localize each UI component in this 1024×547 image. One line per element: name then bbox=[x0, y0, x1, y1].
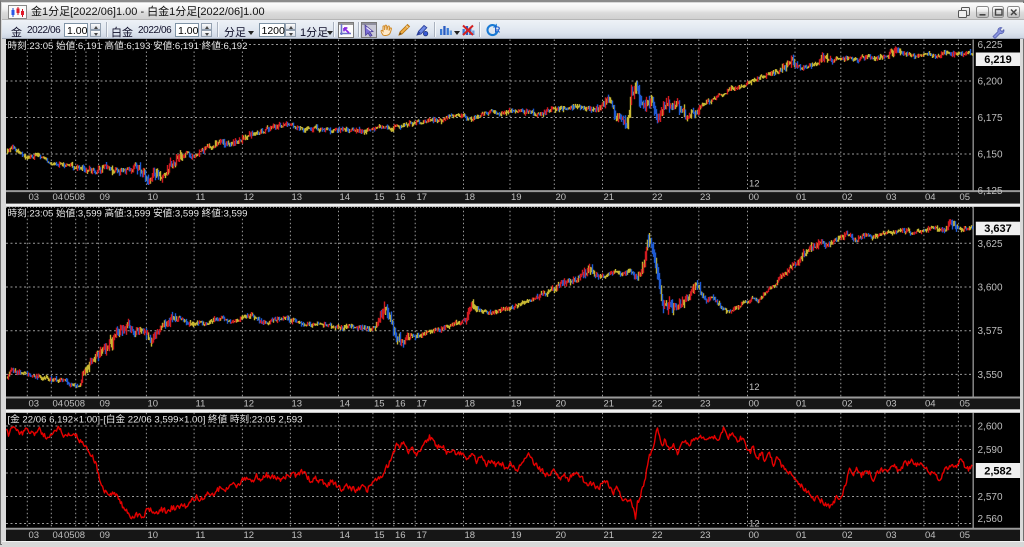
svg-text:3,575: 3,575 bbox=[978, 326, 1003, 337]
svg-text:時刻:23:05 始値:3,599 高値:3,599 安値:: 時刻:23:05 始値:3,599 高値:3,599 安値:3,599 終値:3… bbox=[8, 208, 248, 220]
svg-text:2,582: 2,582 bbox=[984, 465, 1012, 477]
svg-text:05: 05 bbox=[64, 399, 75, 410]
svg-text:05: 05 bbox=[960, 399, 971, 410]
svg-text:23: 23 bbox=[700, 399, 711, 410]
svg-text:05: 05 bbox=[64, 530, 75, 541]
svg-text:[金 22/06 6,192×1.00]-[白金 22/06: [金 22/06 6,192×1.00]-[白金 22/06 3,599×1.0… bbox=[8, 414, 303, 426]
svg-text:R: R bbox=[494, 25, 500, 34]
svg-text:14: 14 bbox=[340, 399, 351, 410]
svg-text:03: 03 bbox=[29, 399, 40, 410]
svg-text:05: 05 bbox=[64, 192, 75, 203]
svg-text:10: 10 bbox=[148, 530, 159, 541]
svg-text:12: 12 bbox=[244, 192, 255, 203]
svg-text:19: 19 bbox=[511, 399, 522, 410]
svg-text:05: 05 bbox=[960, 192, 971, 203]
svg-text:2,570: 2,570 bbox=[978, 492, 1003, 503]
svg-text:01: 01 bbox=[796, 192, 807, 203]
svg-text:00: 00 bbox=[749, 530, 760, 541]
svg-text:08: 08 bbox=[75, 399, 86, 410]
svg-text:3,637: 3,637 bbox=[984, 223, 1012, 235]
svg-text:08: 08 bbox=[75, 192, 86, 203]
svg-text:6,150: 6,150 bbox=[978, 150, 1003, 161]
svg-text:16: 16 bbox=[395, 530, 406, 541]
svg-text:13: 13 bbox=[292, 192, 303, 203]
svg-text:03: 03 bbox=[29, 192, 40, 203]
svg-text:04: 04 bbox=[925, 530, 936, 541]
svg-text:09: 09 bbox=[100, 399, 111, 410]
svg-text:3,600: 3,600 bbox=[978, 283, 1003, 294]
svg-text:12: 12 bbox=[749, 179, 760, 190]
svg-text:22: 22 bbox=[652, 399, 663, 410]
svg-text:21: 21 bbox=[604, 530, 615, 541]
svg-text:6,200: 6,200 bbox=[978, 77, 1003, 88]
svg-text:11: 11 bbox=[196, 399, 206, 410]
svg-text:22: 22 bbox=[652, 192, 663, 203]
svg-text:12: 12 bbox=[749, 382, 760, 393]
svg-text:15: 15 bbox=[374, 399, 385, 410]
svg-text:04: 04 bbox=[925, 192, 936, 203]
svg-text:2,560: 2,560 bbox=[978, 514, 1003, 525]
svg-text:20: 20 bbox=[556, 192, 567, 203]
svg-text:6,175: 6,175 bbox=[978, 113, 1003, 124]
svg-text:23: 23 bbox=[700, 192, 711, 203]
svg-text:19: 19 bbox=[511, 192, 522, 203]
svg-text:02: 02 bbox=[842, 530, 853, 541]
svg-text:21: 21 bbox=[604, 192, 615, 203]
svg-text:19: 19 bbox=[511, 530, 522, 541]
svg-text:02: 02 bbox=[842, 192, 853, 203]
svg-text:00: 00 bbox=[749, 192, 760, 203]
svg-text:時刻:23:05 始値:6,191 高値:6,193 安値:: 時刻:23:05 始値:6,191 高値:6,193 安値:6,191 終値:6… bbox=[8, 40, 248, 52]
svg-text:09: 09 bbox=[100, 530, 111, 541]
svg-text:13: 13 bbox=[292, 399, 303, 410]
svg-text:6,225: 6,225 bbox=[978, 40, 1003, 51]
svg-text:18: 18 bbox=[465, 399, 476, 410]
svg-text:10: 10 bbox=[148, 192, 159, 203]
svg-text:20: 20 bbox=[556, 530, 567, 541]
svg-text:02: 02 bbox=[842, 399, 853, 410]
svg-text:6,125: 6,125 bbox=[978, 186, 1003, 197]
svg-text:12: 12 bbox=[244, 530, 255, 541]
svg-text:04: 04 bbox=[53, 530, 64, 541]
svg-text:13: 13 bbox=[292, 530, 303, 541]
svg-text:17: 17 bbox=[417, 530, 428, 541]
svg-text:15: 15 bbox=[374, 530, 385, 541]
svg-text:15: 15 bbox=[374, 192, 385, 203]
svg-text:05: 05 bbox=[960, 530, 971, 541]
svg-text:01: 01 bbox=[796, 530, 807, 541]
svg-text:2,590: 2,590 bbox=[978, 445, 1003, 456]
svg-text:08: 08 bbox=[75, 530, 86, 541]
svg-text:04: 04 bbox=[925, 399, 936, 410]
svg-text:17: 17 bbox=[417, 399, 428, 410]
svg-text:03: 03 bbox=[29, 530, 40, 541]
svg-text:04: 04 bbox=[53, 192, 64, 203]
svg-text:3,550: 3,550 bbox=[978, 370, 1003, 381]
svg-text:22: 22 bbox=[652, 530, 663, 541]
svg-text:16: 16 bbox=[395, 399, 406, 410]
svg-text:03: 03 bbox=[886, 399, 897, 410]
svg-text:6,219: 6,219 bbox=[984, 54, 1012, 66]
svg-text:09: 09 bbox=[100, 192, 111, 203]
svg-text:04: 04 bbox=[53, 399, 64, 410]
svg-text:23: 23 bbox=[700, 530, 711, 541]
svg-text:12: 12 bbox=[749, 519, 760, 530]
svg-text:10: 10 bbox=[148, 399, 159, 410]
svg-text:2,600: 2,600 bbox=[978, 422, 1003, 433]
svg-text:18: 18 bbox=[465, 192, 476, 203]
svg-text:20: 20 bbox=[556, 399, 567, 410]
svg-text:03: 03 bbox=[886, 192, 897, 203]
svg-text:01: 01 bbox=[796, 399, 807, 410]
svg-text:18: 18 bbox=[465, 530, 476, 541]
svg-text:14: 14 bbox=[340, 192, 351, 203]
svg-text:17: 17 bbox=[417, 192, 428, 203]
svg-text:16: 16 bbox=[395, 192, 406, 203]
svg-text:21: 21 bbox=[604, 399, 615, 410]
svg-text:03: 03 bbox=[886, 530, 897, 541]
svg-text:11: 11 bbox=[196, 192, 206, 203]
svg-text:14: 14 bbox=[340, 530, 351, 541]
svg-text:00: 00 bbox=[749, 399, 760, 410]
svg-text:3,625: 3,625 bbox=[978, 239, 1003, 250]
svg-text:12: 12 bbox=[244, 399, 255, 410]
svg-text:11: 11 bbox=[196, 530, 206, 541]
